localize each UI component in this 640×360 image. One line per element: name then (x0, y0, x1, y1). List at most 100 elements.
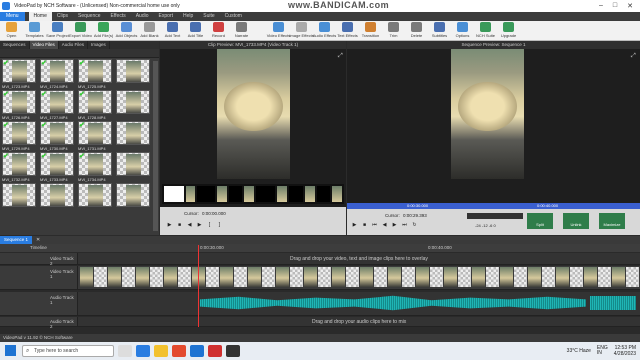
loop-icon[interactable]: ↻ (411, 222, 418, 229)
split-button[interactable]: Split (527, 213, 553, 229)
add-file-s--button[interactable]: Add File(s) (92, 21, 115, 41)
upgrade-button[interactable]: Upgrade (497, 21, 520, 41)
edge-icon[interactable] (136, 345, 150, 357)
clip-thumbnail[interactable] (116, 152, 150, 182)
unlink-button[interactable]: Unlink (563, 213, 589, 229)
text-effects-button[interactable]: Text Effects (336, 21, 359, 41)
expand-icon[interactable]: ⤢ (338, 53, 343, 60)
video-effects-button[interactable]: Video Effects (267, 21, 290, 41)
clip-thumbnail[interactable] (116, 121, 150, 151)
store-icon[interactable] (190, 345, 204, 357)
next-icon[interactable]: ⏭ (401, 222, 408, 229)
audio-waveform[interactable] (200, 295, 586, 311)
play-icon[interactable]: ▶ (351, 222, 358, 229)
templates-button[interactable]: Templates (23, 21, 46, 41)
export-video-button[interactable]: Export Video (69, 21, 92, 41)
bandicam-icon[interactable] (208, 345, 222, 357)
close-icon[interactable]: ✕ (625, 2, 635, 10)
audio-waveform-end[interactable] (590, 296, 636, 310)
prev-icon[interactable]: ⏮ (371, 222, 378, 229)
transition-button[interactable]: Transition (359, 21, 382, 41)
play-icon[interactable]: ▶ (166, 222, 173, 229)
overlay-track[interactable]: Video Track 2 Drag and drop your video, … (0, 253, 640, 266)
file-explorer-icon[interactable] (154, 345, 168, 357)
videopad-icon[interactable] (226, 345, 240, 357)
expand-icon[interactable]: ⤢ (631, 53, 636, 60)
clip-thumbnail[interactable]: ✔ MVI_1731.MP4 (78, 121, 114, 151)
clip-thumbnail[interactable]: ✔ MVI_1729.MP4 (2, 121, 38, 151)
clip-thumbnail[interactable] (116, 90, 150, 120)
bin-tab-audio-files[interactable]: Audio Files (59, 41, 88, 49)
open-button[interactable]: Open (0, 21, 23, 41)
menu-tab-clips[interactable]: Clips (52, 12, 73, 21)
clip-filmstrip[interactable] (162, 184, 344, 204)
bin-tab-sequences[interactable]: Sequences (0, 41, 30, 49)
trim-button[interactable]: Trim (382, 21, 405, 41)
menu-tab-custom[interactable]: Custom (220, 12, 247, 21)
record-button[interactable]: Record (207, 21, 230, 41)
clip-thumbnail[interactable]: ✔ MVI_1730.MP4 (40, 121, 76, 151)
menu-button[interactable]: Menu (0, 12, 25, 21)
options-button[interactable]: Options (451, 21, 474, 41)
clip-thumbnail[interactable]: ✔ MVI_1724.MP4 (40, 59, 76, 89)
minimize-icon[interactable]: – (596, 2, 606, 10)
clip-thumbnail[interactable]: ✔ MVI_1728.MP4 (78, 90, 114, 120)
language-indicator[interactable]: ENG IN (597, 346, 608, 356)
prev-frame-icon[interactable]: ◀ (186, 222, 193, 229)
menu-tab-home[interactable]: Home (28, 12, 52, 21)
add-objects-button[interactable]: Add Objects (115, 21, 138, 41)
bin-tab-images[interactable]: Images (88, 41, 110, 49)
playhead[interactable] (198, 245, 199, 327)
image-effects-button[interactable]: Image Effects (289, 21, 314, 41)
video-track-1[interactable]: Video Track 1 (0, 266, 640, 290)
audio-track-2[interactable]: Audio Track 2 Drag and drop your audio c… (0, 317, 640, 329)
rewind-icon[interactable]: ◀ (381, 222, 388, 229)
add-text-button[interactable]: Add Text (161, 21, 184, 41)
nch-suite-button[interactable]: NCH Suite (474, 21, 497, 41)
subtitles-button[interactable]: Subtitles (428, 21, 451, 41)
bin-scrollbar[interactable] (153, 61, 158, 231)
clip-thumbnail[interactable] (116, 59, 150, 89)
clip-thumbnail[interactable]: ✔ MVI_1723.MP4 (2, 59, 38, 89)
tab-sequence-1[interactable]: Sequence 1 (0, 236, 33, 244)
narrate-button[interactable]: Narrate (230, 21, 253, 41)
clip-thumbnail[interactable] (116, 183, 150, 213)
timeline-ruler[interactable]: Timeline 0:00:30.000 0:00:40.000 (0, 244, 640, 252)
clip-thumbnail[interactable] (2, 183, 38, 213)
save-project-button[interactable]: Save Project (46, 21, 69, 41)
menu-tab-audio[interactable]: Audio (131, 12, 154, 21)
add-blank-button[interactable]: Add Blank (138, 21, 161, 41)
windows-start-icon[interactable] (5, 345, 16, 356)
mark-in-icon[interactable]: [ (206, 222, 213, 229)
maximize-icon[interactable]: □ (610, 2, 620, 10)
audio-effects-button[interactable]: Audio Effects (313, 21, 336, 41)
chrome-icon[interactable] (172, 345, 186, 357)
clip-thumbnail[interactable]: ✔ MVI_1733.MP4 (40, 152, 76, 182)
stop-icon[interactable]: ■ (361, 222, 368, 229)
clip-thumbnail[interactable]: ✔ MVI_1726.MP4 (2, 90, 38, 120)
menu-tab-sequence[interactable]: Sequence (73, 12, 106, 21)
clip-thumbnail[interactable]: ✔ MVI_1734.MP4 (78, 152, 114, 182)
weather-text[interactable]: 33°C Haze (567, 348, 591, 354)
add-title-button[interactable]: Add Title (184, 21, 207, 41)
clip-thumbnail[interactable]: ✔ MVI_1732.MP4 (2, 152, 38, 182)
task-view-icon[interactable] (118, 345, 132, 357)
menu-tab-suite[interactable]: Suite (198, 12, 219, 21)
next-frame-icon[interactable]: ▶ (196, 222, 203, 229)
mark-out-icon[interactable]: ] (216, 222, 223, 229)
clip-thumbnail[interactable] (78, 183, 114, 213)
bin-tab-video-files[interactable]: Video Files (29, 41, 59, 49)
clip-thumbnail[interactable] (40, 183, 76, 213)
clip-thumbnail[interactable]: ✔ MVI_1727.MP4 (40, 90, 76, 120)
maximize-button[interactable]: Maximize (599, 213, 625, 229)
stop-icon[interactable]: ■ (176, 222, 183, 229)
audio-track-1[interactable]: Audio Track 1 (0, 292, 640, 316)
clock[interactable]: 12:53 PM 4/28/2023 (614, 345, 636, 357)
delete-button[interactable]: Delete (405, 21, 428, 41)
taskbar-search[interactable]: ⌕ Type here to search (22, 345, 114, 357)
forward-icon[interactable]: ▶ (391, 222, 398, 229)
menu-tab-help[interactable]: Help (178, 12, 198, 21)
menu-tab-effects[interactable]: Effects (106, 12, 131, 21)
clip-thumbnail[interactable]: ✔ MVI_1725.MP4 (78, 59, 114, 89)
close-tab-icon[interactable]: ✕ (36, 237, 40, 243)
